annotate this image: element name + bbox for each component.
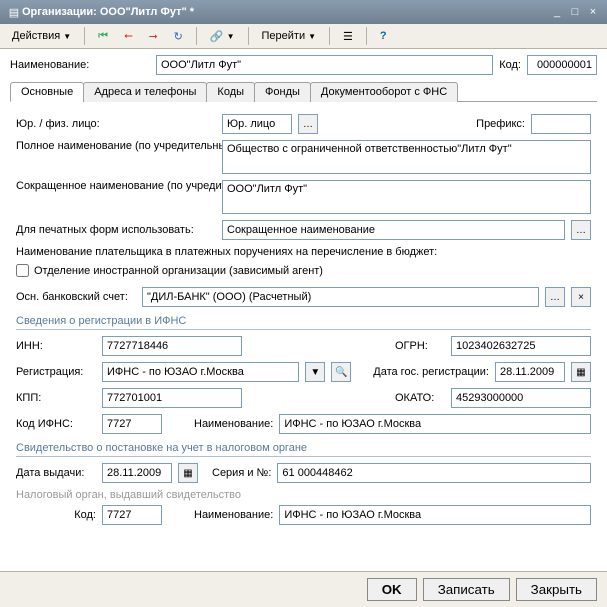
foreign-org-label: Отделение иностранной организации (завис… <box>34 265 323 277</box>
reg-input[interactable] <box>102 362 299 382</box>
ifnsname-label: Наименование: <box>194 418 273 430</box>
name-label: Наименование: <box>10 59 150 71</box>
cert-group-title: Свидетельство о постановке на учет в нал… <box>16 442 591 457</box>
certserial-label: Серия и №: <box>212 467 271 479</box>
bank-select-button[interactable]: … <box>545 287 565 307</box>
nav-first-button[interactable]: ⏮ <box>92 28 114 45</box>
list-button[interactable]: ☰ <box>337 28 359 45</box>
okato-input[interactable] <box>451 388 591 408</box>
certname-label: Наименование: <box>194 509 273 521</box>
printform-select-button[interactable]: … <box>571 220 591 240</box>
ifns-group-title: Сведения о регистрации в ИФНС <box>16 315 591 330</box>
certdate-label: Дата выдачи: <box>16 467 96 479</box>
save-button[interactable]: Записать <box>423 578 510 601</box>
footer: OK Записать Закрыть <box>0 571 607 607</box>
calendar-icon: ▦ <box>183 468 192 479</box>
actions-menu[interactable]: Действия▼ <box>6 28 77 44</box>
inn-input[interactable] <box>102 336 242 356</box>
certdate-input[interactable] <box>102 463 172 483</box>
fullname-label: Полное наименование (по учредительным до… <box>16 140 216 152</box>
calendar-icon: ▦ <box>576 367 585 378</box>
maximize-button[interactable]: □ <box>567 5 583 19</box>
tab-main[interactable]: Основные <box>10 82 84 102</box>
bank-clear-button[interactable]: × <box>571 287 591 307</box>
regdate-label: Дата гос. регистрации: <box>373 366 489 378</box>
nav-next-button[interactable]: ⭢ <box>143 28 164 45</box>
minimize-button[interactable]: _ <box>549 5 565 19</box>
tab-addresses[interactable]: Адреса и телефоны <box>83 82 207 102</box>
certcode-input[interactable] <box>102 505 162 525</box>
ogrn-label: ОГРН: <box>395 340 445 352</box>
okato-label: ОКАТО: <box>395 392 445 404</box>
code-input[interactable] <box>527 55 597 75</box>
tabs: Основные Адреса и телефоны Коды Фонды До… <box>10 81 597 102</box>
ifnsname-input[interactable] <box>279 414 591 434</box>
reg-search-button[interactable]: 🔍 <box>331 362 351 382</box>
certcode-label: Код: <box>16 509 96 521</box>
link-button[interactable]: 🔗▼ <box>204 28 241 45</box>
list-icon: ☰ <box>343 30 353 43</box>
close-button[interactable]: × <box>585 5 601 19</box>
certserial-input[interactable] <box>277 463 591 483</box>
reg-dropdown-button[interactable]: ▼ <box>305 362 325 382</box>
inn-label: ИНН: <box>16 340 96 352</box>
link-icon: 🔗 <box>210 30 224 43</box>
prefix-label: Префикс: <box>476 118 525 130</box>
app-icon: ▤ <box>6 4 22 20</box>
goto-menu[interactable]: Перейти▼ <box>256 28 323 44</box>
tab-codes[interactable]: Коды <box>206 82 255 102</box>
certname-input[interactable] <box>279 505 591 525</box>
bank-label: Осн. банковский счет: <box>16 291 136 303</box>
nav-next-icon: ⭢ <box>149 30 158 43</box>
printform-label: Для печатных форм использовать: <box>16 224 216 236</box>
cert-issuer-label: Налоговый орган, выдавший свидетельство <box>16 489 591 501</box>
ifnscode-input[interactable] <box>102 414 162 434</box>
bank-input[interactable] <box>142 287 539 307</box>
help-button[interactable]: ? <box>374 28 393 44</box>
nav-prev-icon: ⭠ <box>124 30 133 43</box>
person-type-input[interactable] <box>222 114 292 134</box>
titlebar: ▤ Организации: ООО"Литл Фут" * _ □ × <box>0 0 607 24</box>
nav-last-icon: ↻ <box>174 30 183 43</box>
shortname-label: Сокращенное наименование (по учредительн… <box>16 180 216 192</box>
reg-label: Регистрация: <box>16 366 96 378</box>
ogrn-input[interactable] <box>451 336 591 356</box>
kpp-label: КПП: <box>16 392 96 404</box>
toolbar: Действия▼ ⏮ ⭠ ⭢ ↻ 🔗▼ Перейти▼ ☰ ? <box>0 24 607 49</box>
ifnscode-label: Код ИФНС: <box>16 418 96 430</box>
fullname-input[interactable]: Общество с ограниченной ответственностью… <box>222 140 591 174</box>
nav-first-icon: ⏮ <box>98 30 108 43</box>
code-label: Код: <box>499 59 521 71</box>
person-type-label: Юр. / физ. лицо: <box>16 118 216 130</box>
nav-prev-button[interactable]: ⭠ <box>118 28 139 45</box>
tab-fns[interactable]: Документооборот с ФНС <box>310 82 458 102</box>
name-input[interactable] <box>156 55 493 75</box>
search-icon: 🔍 <box>335 367 347 378</box>
person-type-select-button[interactable]: … <box>298 114 318 134</box>
certdate-calendar-button[interactable]: ▦ <box>178 463 198 483</box>
regdate-calendar-button[interactable]: ▦ <box>571 362 591 382</box>
foreign-org-checkbox[interactable] <box>16 264 29 277</box>
regdate-input[interactable] <box>495 362 565 382</box>
shortname-input[interactable]: ООО"Литл Фут" <box>222 180 591 214</box>
window-title: Организации: ООО"Литл Фут" * <box>22 6 547 18</box>
kpp-input[interactable] <box>102 388 242 408</box>
nav-last-button[interactable]: ↻ <box>168 28 189 45</box>
help-icon: ? <box>380 30 387 42</box>
tab-funds[interactable]: Фонды <box>254 82 311 102</box>
ok-button[interactable]: OK <box>367 578 417 601</box>
payer-label: Наименование плательщика в платежных пор… <box>16 246 216 258</box>
close-window-button[interactable]: Закрыть <box>516 578 597 601</box>
printform-input[interactable] <box>222 220 565 240</box>
prefix-input[interactable] <box>531 114 591 134</box>
